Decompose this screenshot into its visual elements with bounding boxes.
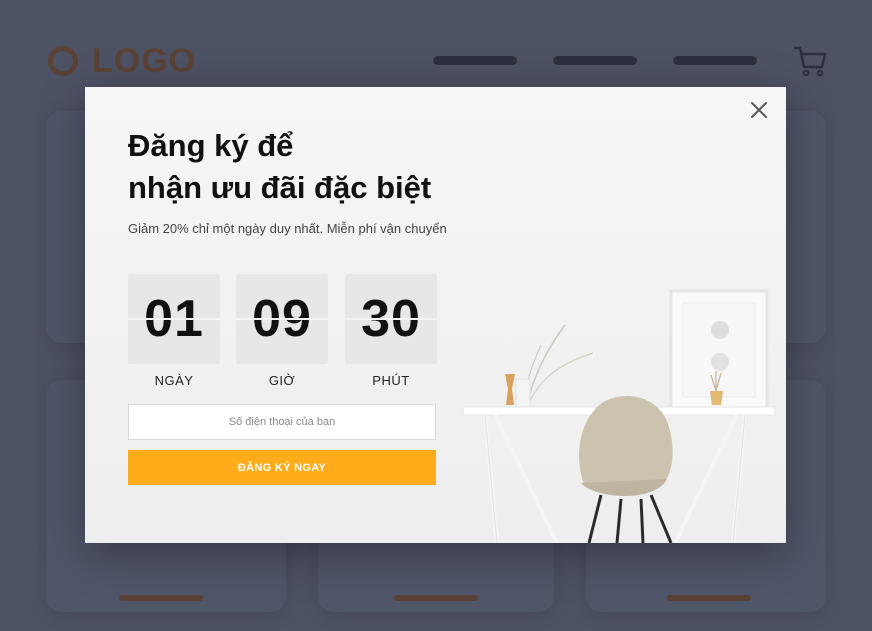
- logo-text: LOGO: [92, 42, 197, 80]
- desk-scene-image: [462, 289, 776, 543]
- countdown-days-value: 01: [128, 274, 220, 364]
- product-card-bar: [394, 595, 478, 601]
- countdown-minutes-value: 30: [345, 274, 437, 364]
- site-logo[interactable]: LOGO: [48, 44, 196, 78]
- cart-icon[interactable]: [793, 45, 827, 77]
- countdown-minutes-label: PHÚT: [372, 373, 410, 388]
- popup-subtitle: Giảm 20% chỉ một ngày duy nhất. Miễn phí…: [128, 221, 447, 236]
- nav-item-3[interactable]: [673, 56, 757, 65]
- popup-title-line-2: nhận ưu đãi đặc biệt: [128, 170, 432, 205]
- countdown-days-label: NGÀY: [154, 373, 194, 388]
- nav-item-1[interactable]: [433, 56, 517, 65]
- popup-title-line-1: Đăng ký để: [128, 128, 294, 163]
- logo-ring-icon: [48, 46, 78, 76]
- signup-popup: Đăng ký để nhận ưu đãi đặc biệt Giảm 20%…: [85, 87, 786, 543]
- signup-submit-button[interactable]: ĐĂNG KÝ NGAY: [128, 450, 436, 485]
- nav-item-2[interactable]: [553, 56, 637, 65]
- countdown-hours-value: 09: [236, 274, 328, 364]
- countdown-hours-label: GIỜ: [268, 373, 296, 388]
- product-card-bar: [119, 595, 203, 601]
- phone-input[interactable]: [128, 404, 436, 440]
- popup-title: Đăng ký để nhận ưu đãi đặc biệt: [128, 125, 548, 209]
- product-card-bar: [667, 595, 751, 601]
- site-header: LOGO: [0, 0, 872, 100]
- close-icon[interactable]: [748, 99, 770, 121]
